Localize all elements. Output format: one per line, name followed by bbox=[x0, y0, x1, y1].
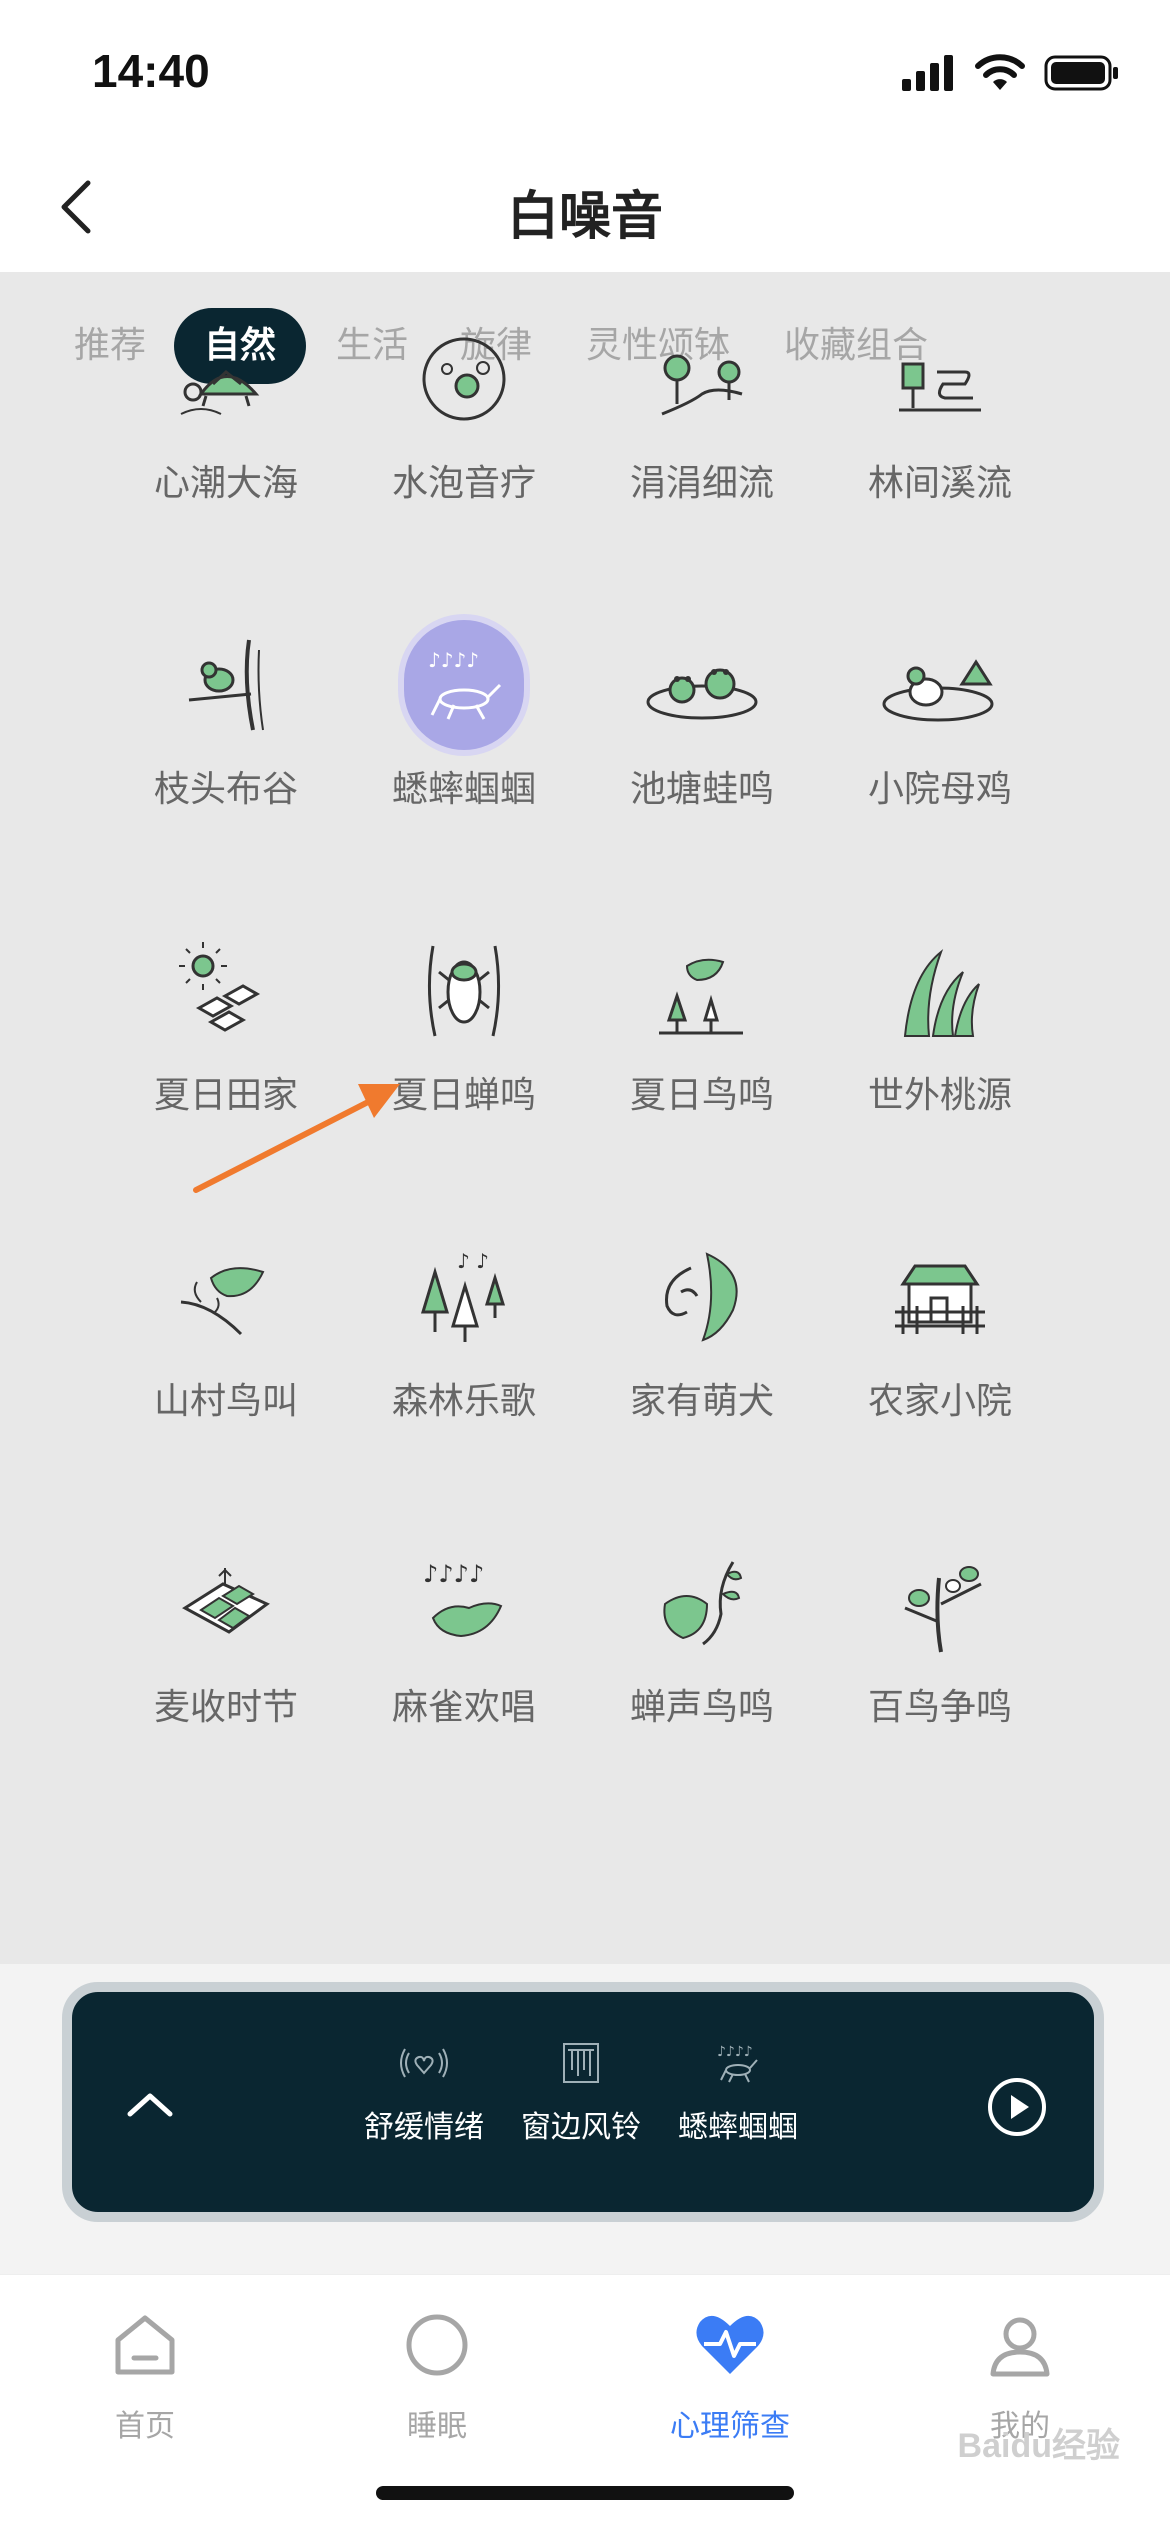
wind-chime-icon bbox=[506, 2034, 656, 2092]
player-track[interactable]: ♪♪♪♪ 蟋蟀蝈蝈 bbox=[663, 2034, 813, 2146]
bird-trees-icon bbox=[642, 916, 762, 1066]
birds-tree-icon bbox=[880, 1528, 1000, 1678]
sound-label: 家有萌犬 bbox=[629, 1381, 774, 1422]
farmhouse-icon bbox=[880, 1222, 1000, 1372]
sound-item[interactable]: ♪♪♪♪ 麻雀欢唱 bbox=[345, 1528, 583, 1828]
cicada-icon bbox=[404, 916, 524, 1066]
home-indicator bbox=[376, 2486, 794, 2500]
sound-label: 涓涓细流 bbox=[629, 463, 774, 504]
sound-item[interactable]: 麦收时节 bbox=[107, 1528, 345, 1828]
sound-item[interactable]: 农家小院 bbox=[821, 1222, 1059, 1522]
tabbar-label: 心理筛查 bbox=[670, 2409, 790, 2444]
watermark: Baidu经验 bbox=[957, 2427, 1120, 2465]
sound-label: 水泡音疗 bbox=[391, 463, 536, 504]
status-time: 14:40 bbox=[92, 45, 210, 97]
tabbar-sleep[interactable]: 睡眠 bbox=[337, 2295, 537, 2445]
sound-label: 蟋蟀蝈蝈 bbox=[391, 769, 536, 810]
player-track-label: 蟋蟀蝈蝈 bbox=[678, 2110, 798, 2145]
sound-label: 池塘蛙鸣 bbox=[629, 769, 774, 810]
sun-fields-icon bbox=[166, 916, 286, 1066]
user-icon bbox=[920, 2295, 1120, 2395]
selected-bubble: ♪♪♪♪ bbox=[404, 620, 524, 750]
sound-item[interactable]: 小院母鸡 bbox=[821, 610, 1059, 910]
sound-label: 世外桃源 bbox=[867, 1075, 1012, 1116]
svg-text:♪♪♪♪: ♪♪♪♪ bbox=[423, 1560, 484, 1588]
turtle-icon bbox=[166, 304, 286, 454]
sound-item[interactable]: 枝头布谷 bbox=[107, 610, 345, 910]
sound-label: 麻雀欢唱 bbox=[391, 1687, 536, 1728]
sound-label: 林间溪流 bbox=[867, 463, 1012, 504]
sound-item[interactable]: 百鸟争鸣 bbox=[821, 1528, 1059, 1828]
hen-yard-icon bbox=[880, 610, 1000, 760]
frogs-pond-icon bbox=[642, 610, 762, 760]
sound-item[interactable]: 心潮大海 bbox=[107, 304, 345, 604]
sound-label: 心潮大海 bbox=[153, 463, 298, 504]
tabbar-label: 睡眠 bbox=[407, 2409, 467, 2444]
sound-item[interactable]: 家有萌犬 bbox=[583, 1222, 821, 1522]
sound-item-selected[interactable]: ♪♪♪♪ 蟋蟀蝈蝈 bbox=[345, 610, 583, 910]
sound-item[interactable]: 蝉声鸟鸣 bbox=[583, 1528, 821, 1828]
sound-label: 森林乐歌 bbox=[391, 1381, 536, 1422]
sound-item[interactable]: 夏日蝉鸣 bbox=[345, 916, 583, 1216]
cricket-icon: ♪♪♪♪ bbox=[404, 610, 524, 760]
tabbar-home[interactable]: 首页 bbox=[45, 2295, 245, 2445]
chevron-up-icon[interactable] bbox=[120, 2076, 180, 2136]
sound-item[interactable]: 夏日田家 bbox=[107, 916, 345, 1216]
status-icons bbox=[902, 48, 1120, 98]
player-track[interactable]: 舒缓情绪 bbox=[349, 2034, 499, 2146]
player-track[interactable]: 窗边风铃 bbox=[506, 2034, 656, 2146]
sound-item[interactable]: ♪ ♪ 森林乐歌 bbox=[345, 1222, 583, 1522]
sound-item[interactable]: 夏日鸟鸣 bbox=[583, 916, 821, 1216]
cuckoo-branch-icon bbox=[166, 610, 286, 760]
forest-stream-icon bbox=[880, 304, 1000, 454]
wheat-field-icon bbox=[166, 1528, 286, 1678]
sound-item[interactable]: 涓涓细流 bbox=[583, 304, 821, 604]
sound-label: 山村鸟叫 bbox=[153, 1381, 298, 1422]
player-track-label: 舒缓情绪 bbox=[364, 2110, 484, 2145]
sound-label: 枝头布谷 bbox=[153, 769, 298, 810]
sound-item[interactable]: 池塘蛙鸣 bbox=[583, 610, 821, 910]
sound-label: 夏日鸟鸣 bbox=[629, 1075, 774, 1116]
tabbar-label: 首页 bbox=[115, 2409, 175, 2444]
sparrow-music-icon: ♪♪♪♪ bbox=[404, 1528, 524, 1678]
cricket-icon: ♪♪♪♪ bbox=[663, 2034, 813, 2092]
heart-pulse-icon bbox=[630, 2295, 830, 2395]
sound-item[interactable]: 水泡音疗 bbox=[345, 304, 583, 604]
player-track-label: 窗边风铃 bbox=[521, 2110, 641, 2145]
wifi-icon bbox=[975, 54, 1025, 90]
sound-item[interactable]: 山村鸟叫 bbox=[107, 1222, 345, 1522]
tabbar-screening[interactable]: 心理筛查 bbox=[630, 2295, 830, 2445]
moon-circle-icon bbox=[337, 2295, 537, 2395]
bird-leaf-icon bbox=[642, 1528, 762, 1678]
heart-waves-icon bbox=[349, 2034, 499, 2092]
sound-item[interactable]: 林间溪流 bbox=[821, 304, 1059, 604]
sound-label: 夏日田家 bbox=[153, 1075, 298, 1116]
page-title: 白噪音 bbox=[506, 187, 663, 247]
svg-text:♪♪♪♪: ♪♪♪♪ bbox=[428, 648, 479, 672]
svg-text:♪♪♪♪: ♪♪♪♪ bbox=[717, 2044, 753, 2060]
forest-music-icon: ♪ ♪ bbox=[404, 1222, 524, 1372]
dog-icon bbox=[642, 1222, 762, 1372]
content-area: 推荐 自然 生活 旋律 灵性颂钵 收藏组合 心潮大海 水泡音疗 涓涓细流 林间溪… bbox=[0, 272, 1170, 1964]
battery-icon bbox=[1044, 55, 1118, 91]
svg-text:♪ ♪: ♪ ♪ bbox=[457, 1249, 489, 1273]
sound-label: 百鸟争鸣 bbox=[867, 1687, 1012, 1728]
stream-trees-icon bbox=[642, 304, 762, 454]
bird-branch-icon bbox=[166, 1222, 286, 1372]
mini-player: 舒缓情绪 窗边风铃 ♪♪♪♪ 蟋蟀蝈蝈 bbox=[62, 1982, 1104, 2222]
nav-bar: 白噪音 bbox=[0, 140, 1170, 272]
sound-label: 蝉声鸟鸣 bbox=[629, 1687, 774, 1728]
sound-label: 夏日蝉鸣 bbox=[391, 1075, 536, 1116]
sound-item[interactable]: 世外桃源 bbox=[821, 916, 1059, 1216]
sound-label: 农家小院 bbox=[867, 1381, 1012, 1422]
bubbles-icon bbox=[404, 304, 524, 454]
status-bar: 14:40 bbox=[0, 0, 1170, 140]
home-icon bbox=[45, 2295, 245, 2395]
sound-label: 麦收时节 bbox=[153, 1687, 298, 1728]
signal-icon bbox=[902, 55, 953, 91]
grass-icon bbox=[880, 916, 1000, 1066]
sound-label: 小院母鸡 bbox=[867, 769, 1012, 810]
play-button[interactable] bbox=[986, 2076, 1048, 2138]
